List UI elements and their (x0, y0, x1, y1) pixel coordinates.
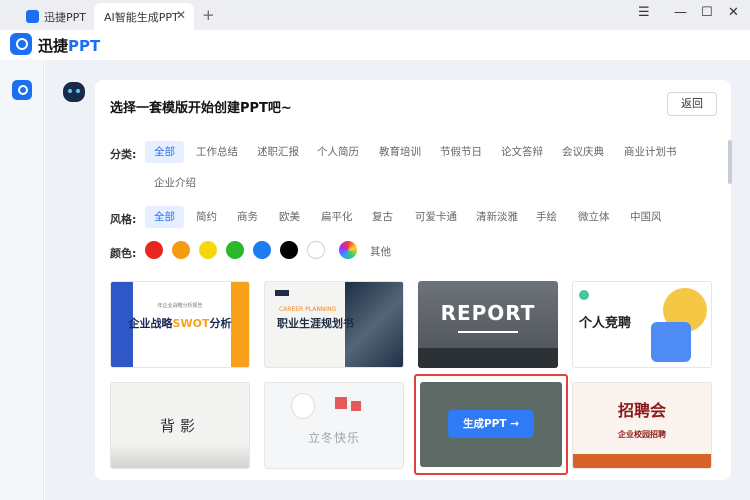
style-3d[interactable]: 微立体 (578, 206, 610, 228)
template-report[interactable]: REPORT (418, 281, 558, 368)
template-winter[interactable]: 立冬快乐 (264, 382, 404, 469)
style-all[interactable]: 全部 (145, 206, 184, 228)
template-selection-card: 选择一套模版开始创建PPT吧~ 返回 分类: 全部 工作总结 述职汇报 个人简历… (95, 80, 731, 480)
template-recruitment[interactable]: 招聘会 企业校园招聘 (572, 382, 712, 469)
template-title: 招聘会 (617, 401, 666, 420)
brand-name: 迅捷PPT (38, 37, 101, 55)
style-cute[interactable]: 可爱卡通 (415, 206, 457, 228)
close-tab-icon[interactable]: ✕ (176, 8, 186, 22)
tab-label: 迅捷PPT (44, 11, 86, 24)
generate-ppt-button[interactable]: 生成PPT → (448, 410, 534, 438)
color-other-label[interactable]: 其他 (370, 244, 391, 259)
category-business-plan[interactable]: 商业计划书 (624, 141, 677, 163)
minimize-icon[interactable]: — (674, 5, 687, 20)
category-label: 分类: (110, 148, 137, 161)
template-title: 企业战略SWOT分析 (128, 317, 232, 330)
color-swatch[interactable] (307, 241, 325, 259)
style-simple[interactable]: 简约 (196, 206, 217, 228)
close-window-icon[interactable]: ✕ (728, 5, 739, 20)
category-all[interactable]: 全部 (145, 141, 184, 163)
style-western[interactable]: 欧美 (279, 206, 300, 228)
template-subtitle: CAREER PLANNING (279, 306, 337, 313)
maximize-icon[interactable]: ☐ (701, 5, 713, 20)
app-header (0, 30, 750, 60)
template-title: 个人竞聘 (579, 316, 632, 331)
category-resume[interactable]: 个人简历 (317, 141, 359, 163)
color-label: 颜色: (110, 247, 137, 260)
brand-logo-icon (10, 33, 32, 55)
template-back-view[interactable]: 背影 (110, 382, 250, 469)
sidebar-ppt-icon[interactable] (12, 80, 32, 100)
template-title: 职业生涯规划书 (277, 317, 354, 330)
color-swatch[interactable] (280, 241, 298, 259)
menu-icon[interactable]: ☰ (638, 5, 650, 20)
template-title: 立冬快乐 (307, 431, 360, 445)
category-ceremony[interactable]: 会议庆典 (562, 141, 604, 163)
polar-bear-icon (291, 393, 315, 419)
style-fresh[interactable]: 清新淡雅 (476, 206, 518, 228)
template-campaign[interactable]: 个人竞聘 (572, 281, 712, 368)
template-subtitle: 年企业战略分析报告 (157, 303, 203, 309)
template-title: REPORT (440, 301, 536, 325)
category-report[interactable]: 述职汇报 (257, 141, 299, 163)
template-career-plan[interactable]: CAREER PLANNING 职业生涯规划书 (264, 281, 404, 368)
category-work-summary[interactable]: 工作总结 (196, 141, 238, 163)
style-retro[interactable]: 复古 (372, 206, 393, 228)
category-education[interactable]: 教育培训 (379, 141, 421, 163)
title-bar: 迅捷PPT AI智能生成PPT ✕ + ☰ — ☐ ✕ (0, 0, 750, 30)
template-swot[interactable]: 年企业战略分析报告 企业战略SWOT分析 (110, 281, 250, 368)
scrollbar[interactable] (728, 140, 732, 184)
color-swatch[interactable] (145, 241, 163, 259)
template-title: 背影 (159, 417, 200, 435)
app-logo-icon (26, 10, 39, 23)
template-selected[interactable]: 生成PPT → (414, 374, 568, 475)
color-swatch[interactable] (226, 241, 244, 259)
category-thesis[interactable]: 论文答辩 (501, 141, 543, 163)
page-title: 选择一套模版开始创建PPT吧~ (110, 101, 292, 116)
tab-label: AI智能生成PPT (104, 10, 179, 24)
style-business[interactable]: 商务 (237, 206, 258, 228)
style-chinese[interactable]: 中国风 (630, 206, 662, 228)
robot-avatar-icon (63, 82, 85, 102)
style-flat[interactable]: 扁平化 (321, 206, 353, 228)
gift-icon (335, 397, 347, 409)
style-handdrawn[interactable]: 手绘 (536, 206, 557, 228)
color-other-icon[interactable] (339, 241, 357, 259)
tab-ai-generate[interactable]: AI智能生成PPT ✕ (94, 3, 194, 30)
style-label: 风格: (110, 213, 137, 226)
category-holiday[interactable]: 节假节日 (440, 141, 482, 163)
category-company-intro[interactable]: 企业介绍 (154, 172, 196, 194)
back-button[interactable]: 返回 (667, 92, 717, 116)
template-subtitle: 企业校园招聘 (618, 430, 666, 439)
sidebar (0, 60, 44, 500)
new-tab-icon[interactable]: + (202, 6, 215, 24)
tab-xunjie-ppt[interactable]: 迅捷PPT (4, 3, 92, 30)
color-swatch[interactable] (172, 241, 190, 259)
gift-icon (351, 401, 361, 411)
color-swatch[interactable] (199, 241, 217, 259)
color-swatch[interactable] (253, 241, 271, 259)
